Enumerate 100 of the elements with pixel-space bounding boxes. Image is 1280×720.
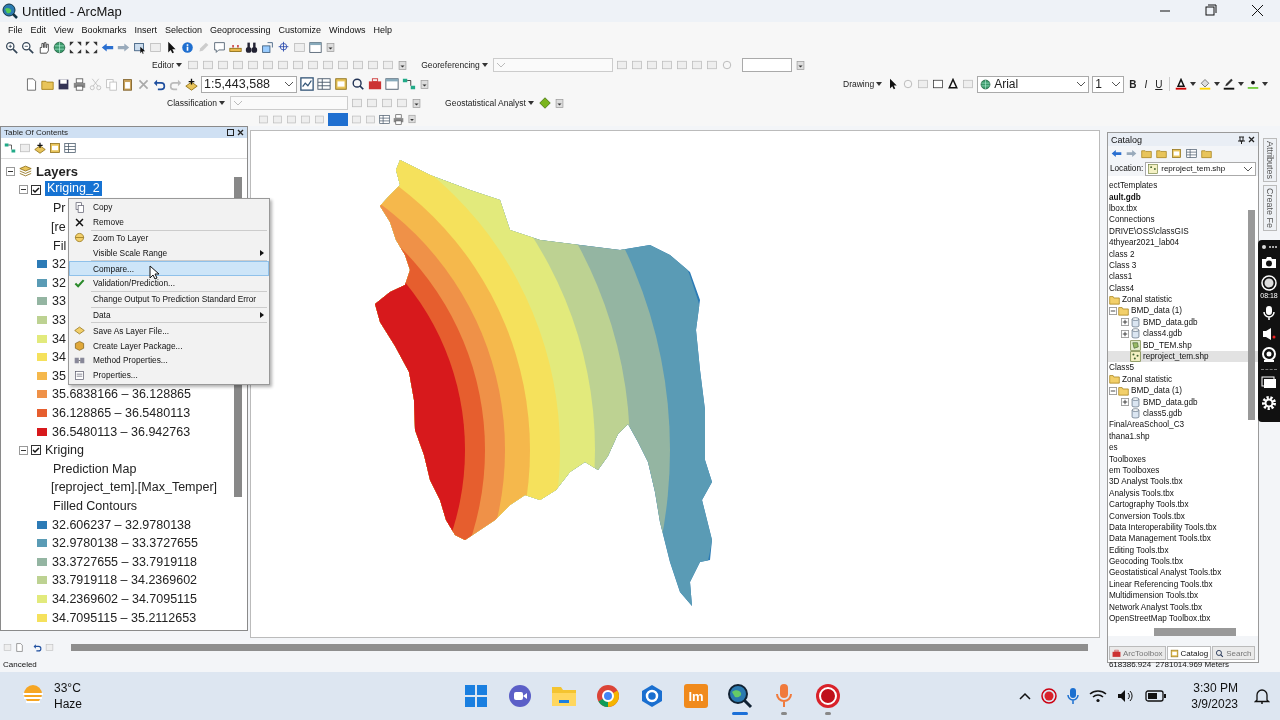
tree-item[interactable]: Multidimension Tools.tbx <box>1108 590 1258 602</box>
tree-item[interactable]: BMD_data.gdb <box>1108 396 1258 408</box>
table-icon[interactable] <box>1186 148 1197 159</box>
dropdown-button[interactable]: Classification <box>165 98 228 108</box>
checkbox[interactable] <box>31 184 41 195</box>
globe-icon[interactable] <box>727 683 753 709</box>
expand-icon[interactable] <box>1121 398 1129 407</box>
toolbar-options-icon[interactable] <box>407 114 417 124</box>
close-icon[interactable] <box>237 129 244 136</box>
menu-item[interactable]: Help <box>369 25 397 35</box>
add-data-icon[interactable] <box>34 142 46 154</box>
panel-tab[interactable]: Search <box>1212 646 1255 660</box>
tree-item[interactable]: Connections <box>1108 214 1258 226</box>
scrollbar[interactable] <box>71 644 1088 651</box>
expand-icon[interactable] <box>1121 318 1129 327</box>
chevron-down-icon[interactable] <box>284 80 294 88</box>
tree-item[interactable]: Editing Tools.tbx <box>1108 544 1258 556</box>
font-size-field[interactable]: 1 <box>1092 75 1125 93</box>
tree-item[interactable]: Conversion Tools.tbx <box>1108 510 1258 522</box>
tree-item[interactable]: Analysis Tools.tbx <box>1108 487 1258 499</box>
menu-item[interactable]: File <box>4 25 27 35</box>
tree-item[interactable]: BMD_data (1) <box>1108 385 1258 397</box>
side-tab[interactable]: Create Fe <box>1262 185 1277 232</box>
tree-item[interactable]: Layers <box>36 163 78 179</box>
tree-item[interactable]: Geostatistical Analyst Tools.tbx <box>1108 567 1258 579</box>
chevron-up-icon[interactable] <box>1019 692 1032 700</box>
caret-icon[interactable] <box>1190 81 1197 87</box>
full-extent-icon[interactable] <box>69 40 82 54</box>
full-extent-icon[interactable] <box>85 40 98 54</box>
crosshair-icon[interactable] <box>277 40 290 54</box>
line-chart-icon[interactable] <box>300 77 314 91</box>
record-icon[interactable] <box>815 683 841 709</box>
toolbar-options-icon[interactable] <box>553 97 565 109</box>
toolbar-options-icon[interactable] <box>325 41 336 53</box>
menu-item[interactable]: Data <box>69 307 269 323</box>
tree-item[interactable]: Zonal statistic <box>1108 373 1258 386</box>
menu-item[interactable]: Zoom To Layer <box>69 230 269 246</box>
camera-icon[interactable] <box>1261 256 1277 269</box>
layer-name[interactable]: Kriging_2 <box>45 181 102 197</box>
color-swatch-icon[interactable] <box>328 112 348 126</box>
tree-item[interactable]: Class4 <box>1108 282 1258 294</box>
flowchart-icon[interactable] <box>402 77 416 91</box>
scrollbar[interactable] <box>1154 628 1236 636</box>
microphone-icon[interactable] <box>1263 305 1275 321</box>
caret-icon[interactable] <box>1238 81 1245 87</box>
pointer-icon[interactable] <box>165 40 178 54</box>
tree-item[interactable]: class1 <box>1108 271 1258 283</box>
tree-item[interactable]: DRIVE\OSS\classGIS <box>1108 225 1258 237</box>
tree-item[interactable]: Toolboxes <box>1108 453 1258 465</box>
checkbox[interactable] <box>31 445 41 456</box>
menu-item[interactable]: Change Output To Prediction Standard Error <box>69 291 269 307</box>
tree-item[interactable]: BMD_data.gdb <box>1108 316 1258 329</box>
tree-item[interactable]: em Toolboxes <box>1108 464 1258 477</box>
location-field[interactable]: reproject_tem.shp <box>1145 161 1256 176</box>
toolbar-options-icon[interactable] <box>397 59 409 71</box>
tree-item[interactable]: Cartography Tools.tbx <box>1108 498 1258 511</box>
battery-icon[interactable] <box>1145 689 1168 703</box>
tree-item[interactable]: BD_TEM.shp <box>1108 339 1258 351</box>
hexagon-icon[interactable] <box>640 684 664 708</box>
scrollbar[interactable] <box>1248 210 1255 420</box>
tree-item[interactable]: Data Interoperability Tools.tbx <box>1108 521 1258 534</box>
menu-item[interactable]: Method Properties... <box>69 352 269 368</box>
dropdown-button[interactable]: Drawing <box>841 79 885 89</box>
table-icon[interactable] <box>64 142 76 154</box>
select-features-icon[interactable] <box>133 40 146 54</box>
forward-arrow-icon[interactable] <box>1126 148 1137 159</box>
menu-item[interactable]: Create Layer Package... <box>69 338 269 353</box>
menu-item[interactable]: Save As Layer File... <box>69 323 269 339</box>
tree-item[interactable]: class4.gdb <box>1108 328 1258 340</box>
speech-bubble-icon[interactable] <box>213 40 226 54</box>
undo-icon[interactable] <box>153 77 166 91</box>
menu-item[interactable]: Validation/Prediction... <box>69 276 269 291</box>
speaker-icon[interactable] <box>1117 689 1136 703</box>
ring-icon[interactable] <box>596 684 620 708</box>
more-icon[interactable] <box>1261 244 1277 250</box>
dropdown-button[interactable]: Georeferencing <box>419 60 490 70</box>
paint-bucket-icon[interactable] <box>1199 78 1212 90</box>
toolbar-options-icon[interactable] <box>794 59 806 71</box>
menu-item[interactable]: Edit <box>26 25 51 35</box>
add-data-icon[interactable] <box>185 77 198 91</box>
save-icon[interactable] <box>57 77 70 91</box>
tree-item[interactable]: Geocoding Tools.tbx <box>1108 555 1258 568</box>
notification-icon[interactable] <box>1254 688 1270 704</box>
tree-item[interactable]: OpenStreetMap Toolbox.tbx <box>1108 612 1258 625</box>
undo-icon[interactable] <box>33 643 42 652</box>
folder-icon[interactable] <box>1141 148 1152 159</box>
wifi-icon[interactable] <box>1089 689 1108 703</box>
pointer-icon[interactable] <box>887 78 900 90</box>
triangle-icon[interactable] <box>947 78 960 90</box>
tree-item[interactable]: Zonal statistic <box>1108 293 1258 306</box>
menu-item[interactable]: Customize <box>274 25 325 35</box>
dot-icon[interactable] <box>1247 78 1260 90</box>
caret-icon[interactable] <box>481 62 488 68</box>
pen-icon[interactable] <box>1223 78 1236 90</box>
menu-item[interactable]: Selection <box>160 25 206 35</box>
tree-item[interactable]: reproject_tem.shp <box>1108 350 1258 363</box>
bold-button[interactable]: B <box>1127 78 1139 90</box>
caret-icon[interactable] <box>176 62 183 68</box>
scale-field[interactable]: 1:5,443,588 <box>201 75 297 93</box>
hand-icon[interactable] <box>37 40 50 54</box>
